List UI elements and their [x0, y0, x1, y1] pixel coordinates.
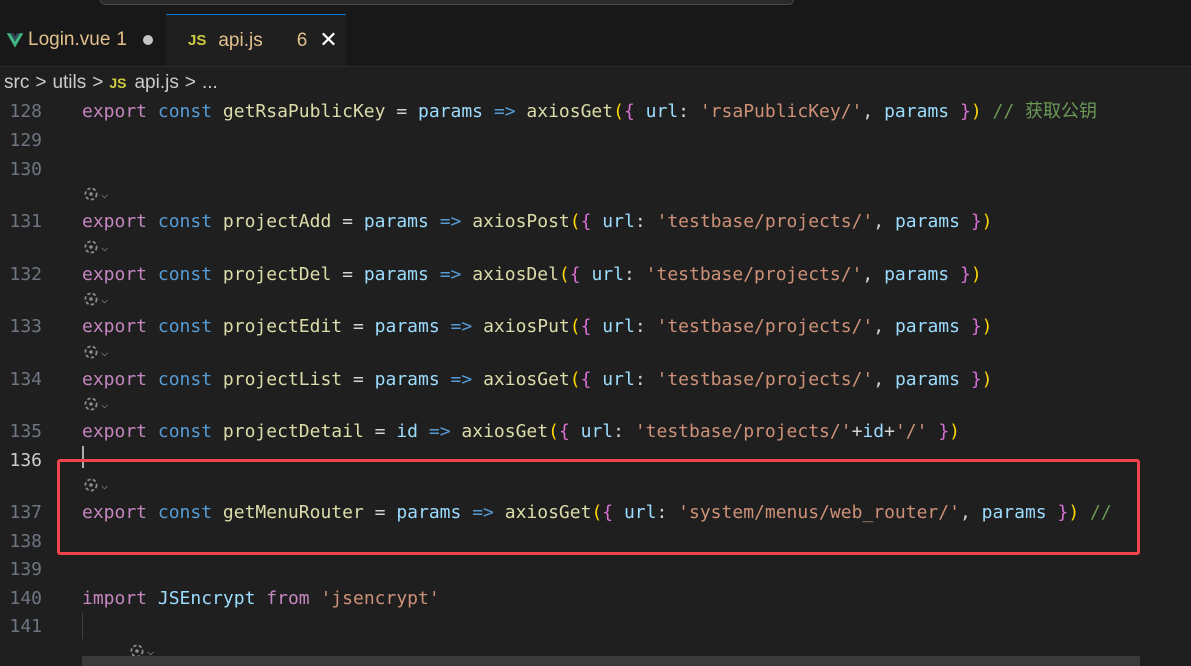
line-number: 139 — [9, 559, 42, 580]
line-number: 130 — [9, 159, 42, 180]
chevron-right-icon: > — [35, 72, 47, 93]
line-number: 140 — [9, 588, 42, 609]
chevron-down-icon: ⌵ — [101, 292, 109, 306]
breadcrumb: src > utils > JS api.js > ... — [0, 67, 1191, 99]
breadcrumb-src[interactable]: src — [4, 72, 29, 94]
line-number: 132 — [9, 264, 42, 285]
line-number: 131 — [9, 211, 42, 232]
chevron-down-icon: ⌵ — [101, 240, 109, 254]
problem-count-badge: 1 — [116, 29, 127, 50]
copilot-icon — [84, 187, 98, 201]
indent-guide — [82, 613, 83, 639]
copilot-icon — [84, 345, 98, 359]
copilot-icon — [84, 292, 98, 306]
code-line[interactable]: import JSEncrypt from 'jsencrypt' — [82, 587, 440, 611]
code-line[interactable]: export const projectList = params => axi… — [82, 368, 993, 392]
code-editor[interactable]: 128 export const getRsaPublicKey = param… — [0, 99, 1191, 666]
js-icon: JS — [109, 75, 127, 91]
breadcrumb-utils[interactable]: utils — [52, 72, 86, 94]
codelens[interactable]: ⌵ — [82, 185, 108, 203]
chevron-right-icon: > — [184, 72, 196, 93]
breadcrumb-api-js[interactable]: api.js — [134, 72, 178, 94]
code-line[interactable]: export const projectDel = params => axio… — [82, 263, 982, 287]
code-line[interactable]: export const projectAdd = params => axio… — [82, 210, 993, 234]
annotation-highlight-box — [57, 459, 1140, 555]
copilot-icon — [84, 397, 98, 411]
line-number: 128 — [9, 101, 42, 122]
tab-api-js[interactable]: JS api.js 6 ✕ — [166, 14, 346, 66]
chevron-down-icon: ⌵ — [101, 397, 109, 411]
code-line[interactable]: export const projectEdit = params => axi… — [82, 315, 993, 339]
vue-icon — [6, 33, 24, 48]
codelens[interactable]: ⌵ — [82, 290, 108, 308]
tab-label: api.js — [218, 29, 263, 51]
line-number: 133 — [9, 316, 42, 337]
line-number: 134 — [9, 369, 42, 390]
code-line[interactable]: export const getRsaPublicKey = params =>… — [82, 100, 1097, 124]
chevron-right-icon: > — [92, 72, 104, 93]
problem-count-badge: 6 — [296, 29, 308, 51]
line-number: 135 — [9, 421, 42, 442]
codelens[interactable]: ⌵ — [82, 395, 108, 413]
code-line[interactable]: export const projectDetail = id => axios… — [82, 420, 960, 444]
unsaved-dot-icon[interactable] — [142, 35, 153, 45]
line-number: 141 — [9, 616, 42, 637]
copilot-icon — [84, 240, 98, 254]
line-number: 138 — [9, 531, 42, 552]
js-icon: JS — [188, 32, 207, 49]
codelens[interactable]: ⌵ — [82, 343, 108, 361]
tab-login-vue[interactable]: Login.vue 1 — [0, 14, 166, 66]
close-icon[interactable]: ✕ — [319, 28, 337, 53]
line-number: 129 — [9, 130, 42, 151]
command-center[interactable] — [100, 0, 794, 5]
editor-tab-bar: Login.vue 1 JS api.js 6 ✕ — [0, 14, 1191, 67]
line-number: 137 — [9, 502, 42, 523]
chevron-down-icon: ⌵ — [101, 187, 109, 201]
breadcrumb-symbols[interactable]: ... — [202, 72, 218, 94]
chevron-down-icon: ⌵ — [101, 345, 109, 359]
codelens[interactable]: ⌵ — [82, 238, 108, 256]
line-number: 136 — [9, 450, 42, 471]
tab-label: Login.vue — [28, 29, 111, 50]
horizontal-scrollbar[interactable] — [82, 656, 1140, 666]
title-bar-strip — [0, 0, 1191, 14]
